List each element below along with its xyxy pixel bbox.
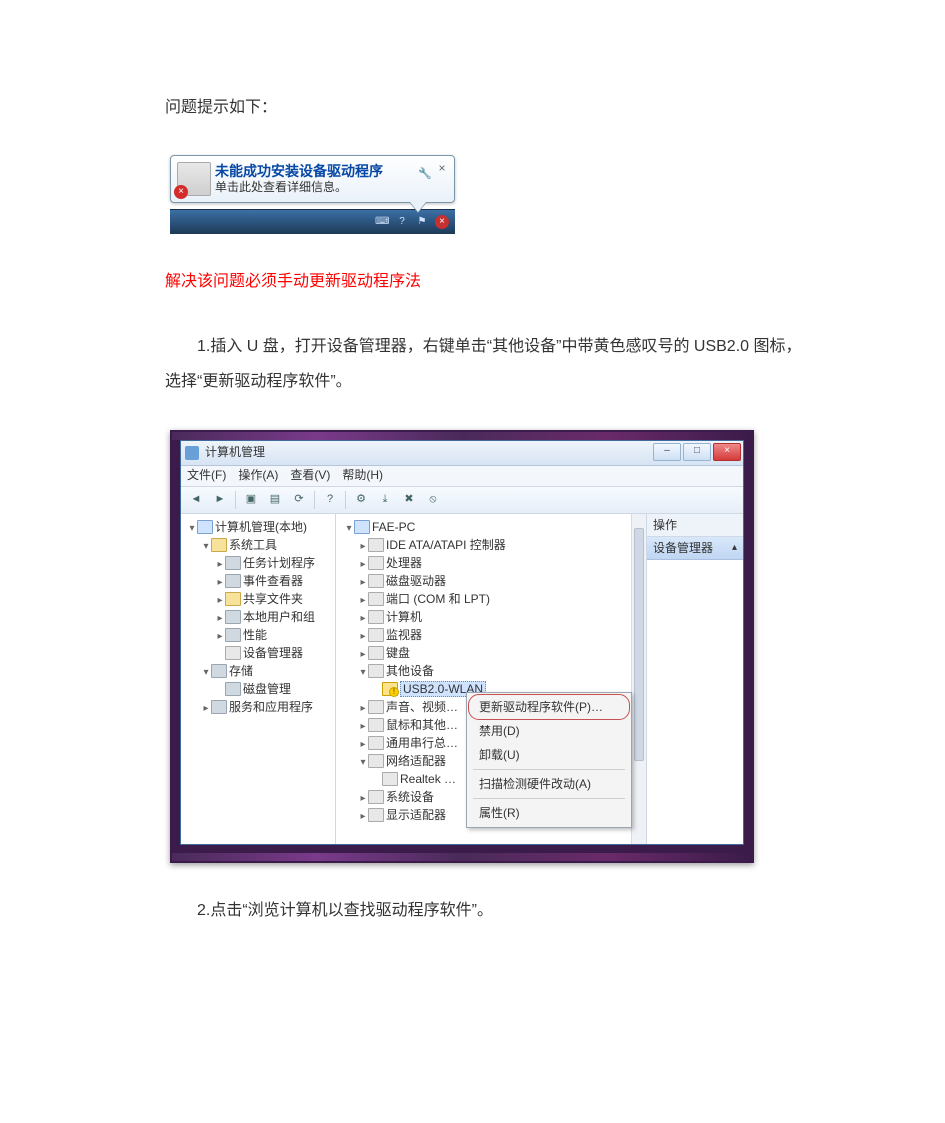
ctx-properties[interactable]: 属性(R) bbox=[469, 801, 629, 825]
driver-error-balloon: × 🔧 × 未能成功安装设备驱动程序 单击此处查看详细信息。 bbox=[170, 155, 455, 203]
help-tray-icon[interactable]: ? bbox=[395, 215, 409, 229]
uninstall-icon[interactable]: ✖ bbox=[398, 489, 420, 511]
actions-pane-subheader[interactable]: 设备管理器 ▴ bbox=[647, 537, 743, 560]
warning-icon bbox=[382, 682, 398, 696]
context-separator bbox=[473, 769, 625, 770]
context-menu: 更新驱动程序软件(P)… 禁用(D) 卸载(U) 扫描检测硬件改动(A) 属性(… bbox=[466, 692, 632, 828]
device-tree-pane: ▾FAE-PC ▸IDE ATA/ATAPI 控制器 ▸处理器 ▸磁盘驱动器 ▸… bbox=[336, 514, 647, 844]
keyboard-tray-icon[interactable]: ⌨ bbox=[375, 215, 389, 229]
error-badge-icon: × bbox=[174, 185, 188, 199]
maximize-button[interactable]: □ bbox=[683, 443, 711, 461]
left-tree-pane: ▾计算机管理(本地) ▾系统工具 ▸任务计划程序 ▸事件查看器 ▸共享文件夹 ▸… bbox=[181, 514, 336, 844]
frame-decor-top bbox=[172, 432, 752, 440]
dev-ports[interactable]: ▸端口 (COM 和 LPT) bbox=[358, 590, 642, 608]
tree-root[interactable]: ▾计算机管理(本地) ▾系统工具 ▸任务计划程序 ▸事件查看器 ▸共享文件夹 ▸… bbox=[187, 518, 333, 716]
actions-pane-title: 设备管理器 bbox=[653, 539, 713, 557]
dev-keyboard[interactable]: ▸键盘 bbox=[358, 644, 642, 662]
ctx-scan-hardware[interactable]: 扫描检测硬件改动(A) bbox=[469, 772, 629, 796]
dev-monitor[interactable]: ▸监视器 bbox=[358, 626, 642, 644]
ctx-uninstall[interactable]: 卸载(U) bbox=[469, 743, 629, 767]
dev-ide[interactable]: ▸IDE ATA/ATAPI 控制器 bbox=[358, 536, 642, 554]
tree-performance[interactable]: ▸性能 bbox=[215, 626, 333, 644]
context-separator bbox=[473, 798, 625, 799]
mmc-body: ▾计算机管理(本地) ▾系统工具 ▸任务计划程序 ▸事件查看器 ▸共享文件夹 ▸… bbox=[181, 514, 743, 844]
flag-tray-icon[interactable]: ⚑ bbox=[415, 215, 429, 229]
tree-services-apps[interactable]: ▸服务和应用程序 bbox=[201, 698, 333, 716]
minimize-button[interactable]: – bbox=[653, 443, 681, 461]
step-2-text: 2.点击“浏览计算机以查找驱动程序软件”。 bbox=[165, 893, 815, 928]
tree-system-tools[interactable]: ▾系统工具 ▸任务计划程序 ▸事件查看器 ▸共享文件夹 ▸本地用户和组 ▸性能 … bbox=[201, 536, 333, 662]
app-icon bbox=[185, 446, 199, 460]
wrench-icon: 🔧 bbox=[418, 162, 432, 186]
dev-diskdrives[interactable]: ▸磁盘驱动器 bbox=[358, 572, 642, 590]
close-icon[interactable]: × bbox=[436, 162, 448, 174]
update-driver-icon[interactable]: ⤓ bbox=[374, 489, 396, 511]
tree-storage[interactable]: ▾存储 磁盘管理 bbox=[201, 662, 333, 698]
tree-task-scheduler[interactable]: ▸任务计划程序 bbox=[215, 554, 333, 572]
back-icon[interactable]: ◄ bbox=[185, 489, 207, 511]
tree-local-users[interactable]: ▸本地用户和组 bbox=[215, 608, 333, 626]
mmc-screenshot: 计算机管理 – □ × 文件(F) 操作(A) 查看(V) 帮助(H) ◄ ► … bbox=[170, 430, 754, 863]
dev-cpu[interactable]: ▸处理器 bbox=[358, 554, 642, 572]
menu-view[interactable]: 查看(V) bbox=[290, 462, 330, 488]
tree-device-manager[interactable]: 设备管理器 bbox=[215, 644, 333, 662]
window-title: 计算机管理 bbox=[205, 439, 265, 465]
intro-text: 问题提示如下： bbox=[165, 90, 815, 125]
scan-icon[interactable]: ⚙ bbox=[350, 489, 372, 511]
toolbar-separator bbox=[235, 491, 236, 509]
window-buttons: – □ × bbox=[653, 443, 741, 461]
toolbar-separator bbox=[314, 491, 315, 509]
ctx-disable[interactable]: 禁用(D) bbox=[469, 719, 629, 743]
toolbar-separator bbox=[345, 491, 346, 509]
chevron-up-icon[interactable]: ▴ bbox=[732, 540, 737, 555]
error-tray-icon[interactable]: × bbox=[435, 215, 449, 229]
menu-help[interactable]: 帮助(H) bbox=[342, 462, 383, 488]
notification-screenshot: × 🔧 × 未能成功安装设备驱动程序 单击此处查看详细信息。 ⌨ ? ⚑ × bbox=[170, 155, 455, 234]
balloon-tail bbox=[410, 202, 426, 212]
balloon-subtitle[interactable]: 单击此处查看详细信息。 bbox=[215, 180, 432, 196]
window-titlebar[interactable]: 计算机管理 – □ × bbox=[181, 441, 743, 466]
frame-decor-bottom bbox=[172, 853, 752, 861]
menu-action[interactable]: 操作(A) bbox=[238, 462, 278, 488]
computer-management-window: 计算机管理 – □ × 文件(F) 操作(A) 查看(V) 帮助(H) ◄ ► … bbox=[180, 440, 744, 845]
toolbar: ◄ ► ▣ ▤ ⟳ ? ⚙ ⤓ ✖ ⦸ bbox=[181, 487, 743, 514]
dev-computer[interactable]: ▸计算机 bbox=[358, 608, 642, 626]
help-icon[interactable]: ? bbox=[319, 489, 341, 511]
up-icon[interactable]: ▣ bbox=[240, 489, 262, 511]
tree-shared-folders[interactable]: ▸共享文件夹 bbox=[215, 590, 333, 608]
device-icon: × bbox=[177, 162, 211, 196]
tree-event-viewer[interactable]: ▸事件查看器 bbox=[215, 572, 333, 590]
balloon-title: 未能成功安装设备驱动程序 bbox=[215, 162, 432, 180]
disable-icon[interactable]: ⦸ bbox=[422, 489, 444, 511]
properties-icon[interactable]: ▤ bbox=[264, 489, 286, 511]
document-page: 问题提示如下： × 🔧 × 未能成功安装设备驱动程序 单击此处查看详细信息。 ⌨… bbox=[0, 0, 945, 1018]
forward-icon[interactable]: ► bbox=[209, 489, 231, 511]
solution-note: 解决该问题必须手动更新驱动程序法 bbox=[165, 264, 815, 299]
close-button[interactable]: × bbox=[713, 443, 741, 461]
vertical-scrollbar[interactable] bbox=[631, 514, 646, 844]
tree-disk-management[interactable]: 磁盘管理 bbox=[215, 680, 333, 698]
refresh-icon[interactable]: ⟳ bbox=[288, 489, 310, 511]
scrollbar-thumb[interactable] bbox=[634, 528, 644, 761]
menu-bar: 文件(F) 操作(A) 查看(V) 帮助(H) bbox=[181, 466, 743, 487]
actions-pane-header: 操作 bbox=[647, 514, 743, 537]
ctx-update-driver[interactable]: 更新驱动程序软件(P)… bbox=[469, 695, 629, 719]
step-1-text: 1.插入 U 盘，打开设备管理器，右键单击“其他设备”中带黄色感叹号的 USB2… bbox=[165, 329, 815, 399]
menu-file[interactable]: 文件(F) bbox=[187, 462, 226, 488]
actions-pane: 操作 设备管理器 ▴ bbox=[647, 514, 743, 844]
